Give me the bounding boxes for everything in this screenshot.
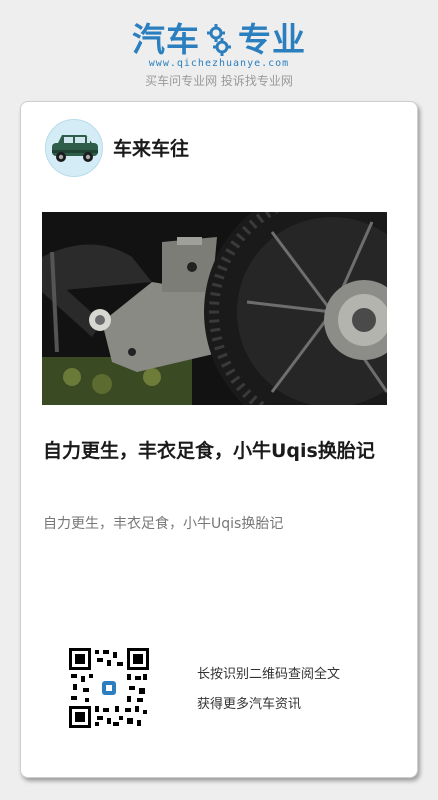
site-header: 汽车 专业 www.qichezhuanye.com 买车问专业网 投诉找专业网 [0,0,438,100]
gear-icon [206,23,232,57]
author-avatar[interactable] [45,119,103,177]
article-share-card: 车来车往 自力更生，丰衣足食，小牛Uqis换胎记 自力更生，丰衣足食，小牛Uqi… [20,101,418,778]
site-logo[interactable]: 汽车 专业 [0,20,438,60]
qr-benefit: 获得更多汽车资讯 [197,697,302,712]
logo-text-right: 专业 [238,20,306,59]
article-summary: 自力更生，丰衣足食，小牛Uqis换胎记 [43,516,284,532]
qr-instruction: 长按识别二维码查阅全文 [197,667,341,682]
site-slogan: 买车问专业网 投诉找专业网 [145,74,293,88]
site-url: www.qichezhuanye.com [148,58,290,69]
car-icon [46,135,102,176]
article-title[interactable]: 自力更生，丰衣足食，小牛Uqis换胎记 [43,436,393,467]
qr-code[interactable] [69,648,149,728]
author-name[interactable]: 车来车往 [113,134,189,161]
logo-text-left: 汽车 [132,20,200,59]
article-photo[interactable] [42,212,387,405]
